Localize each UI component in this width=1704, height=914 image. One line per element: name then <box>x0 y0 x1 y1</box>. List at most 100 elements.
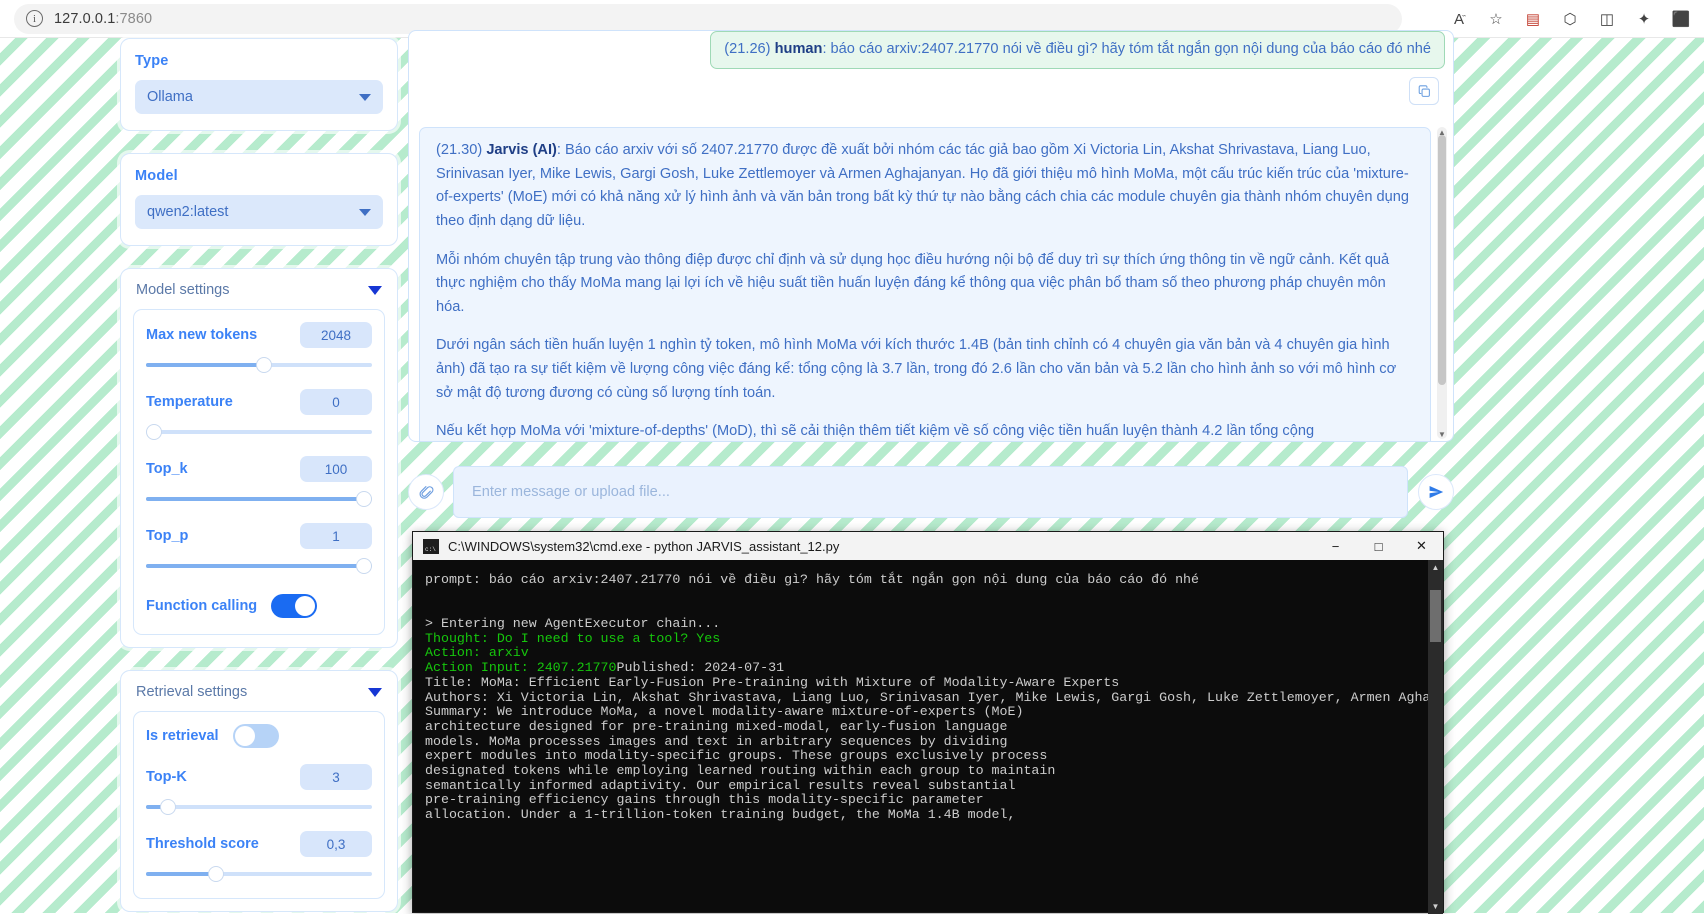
chat-panel: (21.26) human: báo cáo arxiv:2407.21770 … <box>408 30 1454 442</box>
function-calling-toggle[interactable] <box>271 594 318 618</box>
top-k-label: Top_k <box>146 461 188 477</box>
slider-knob[interactable] <box>356 491 372 507</box>
type-label: Type <box>135 53 169 69</box>
copy-icon[interactable] <box>1409 77 1439 105</box>
address-bar[interactable]: i 127.0.0.1:7860 <box>14 3 1402 34</box>
scroll-down-icon[interactable]: ▼ <box>1437 429 1447 439</box>
slider-fill <box>146 497 372 501</box>
field-top-k: Top_k 100 <box>146 456 372 507</box>
slider-track <box>146 805 372 809</box>
top-p-value[interactable]: 1 <box>300 523 372 549</box>
split-screen-icon[interactable]: ◫ <box>1592 4 1622 34</box>
max-new-tokens-slider[interactable] <box>146 357 372 373</box>
temperature-slider[interactable] <box>146 424 372 440</box>
send-icon[interactable] <box>1418 474 1454 510</box>
top-p-slider[interactable] <box>146 558 372 574</box>
terminal-line: Action Input: 2407.21770Published: 2024-… <box>425 660 785 676</box>
slider-fill <box>146 872 214 876</box>
slider-track <box>146 430 372 434</box>
slider-fill <box>146 564 372 568</box>
message-composer: Enter message or upload file... <box>408 466 1454 518</box>
toggle-knob <box>295 596 316 616</box>
field-temperature: Temperature 0 <box>146 389 372 440</box>
terminal-scrollbar[interactable]: ▲ ▼ <box>1428 560 1443 914</box>
slider-knob[interactable] <box>207 866 224 882</box>
favorites-bar-icon[interactable]: ✦ <box>1629 4 1659 34</box>
model-settings-header[interactable]: Model settings <box>121 269 397 309</box>
terminal-line: semantically informed adaptivity. Our em… <box>425 777 1016 793</box>
threshold-score-slider[interactable] <box>146 866 372 882</box>
top-k-retrieval-slider[interactable] <box>146 799 372 815</box>
settings-sidebar: Type Ollama Model qwen2:latest Model set… <box>120 38 398 913</box>
favorite-icon[interactable]: ☆ <box>1481 4 1511 34</box>
field-threshold-score: Threshold score 0,3 <box>146 831 372 882</box>
address-bar-url: 127.0.0.1:7860 <box>54 10 153 27</box>
close-button[interactable]: ✕ <box>1400 532 1443 560</box>
retrieval-settings-group: Retrieval settings Is retrieval Top-K 3 <box>120 670 398 912</box>
slider-knob[interactable] <box>159 799 176 815</box>
model-label: Model <box>135 168 178 184</box>
browser-action-icons: A᷈ ☆ ▤ ⬡ ◫ ✦ ⬛ <box>1444 0 1696 38</box>
temperature-value[interactable]: 0 <box>300 389 372 415</box>
model-select[interactable]: qwen2:latest <box>135 195 383 229</box>
terminal-scroll-thumb[interactable] <box>1430 590 1441 642</box>
maximize-button[interactable]: □ <box>1357 532 1400 560</box>
collections-icon[interactable]: ▤ <box>1518 4 1548 34</box>
retrieval-settings-header[interactable]: Retrieval settings <box>121 671 397 711</box>
ai-paragraph-1: Mỗi nhóm chuyên tập trung vào thông điệp… <box>436 251 1390 315</box>
extensions-icon[interactable]: ⬡ <box>1555 4 1585 34</box>
terminal-line: Authors: Xi Victoria Lin, Akshat Shrivas… <box>425 689 1443 705</box>
chevron-down-icon[interactable] <box>368 687 382 697</box>
terminal-line: allocation. Under a 1-trillion-token tra… <box>425 807 1016 822</box>
terminal-line: Summary: We introduce MoMa, a novel moda… <box>425 704 1024 720</box>
terminal-line: > Entering new AgentExecutor chain... <box>425 616 721 632</box>
top-k-value[interactable]: 100 <box>300 456 372 482</box>
type-select[interactable]: Ollama <box>135 80 383 114</box>
human-text: : báo cáo arxiv:2407.21770 nói về điều g… <box>822 41 1431 57</box>
terminal-line: pre-training efficiency gains through th… <box>425 792 984 808</box>
slider-fill <box>146 363 264 367</box>
ai-timestamp: (21.30) <box>436 142 483 158</box>
is-retrieval-label: Is retrieval <box>146 728 219 744</box>
terminal-title: C:\WINDOWS\system32\cmd.exe - python JAR… <box>448 538 840 554</box>
chevron-down-icon <box>359 93 371 101</box>
ai-paragraph-3: Nếu kết hợp MoMa với 'mixture-of-depths'… <box>436 423 1315 440</box>
terminal-line: models. MoMa processes images and text i… <box>425 733 1008 749</box>
model-settings-group: Model settings Max new tokens 2048 Tempe… <box>120 268 398 648</box>
max-new-tokens-value[interactable]: 2048 <box>300 322 372 348</box>
slider-knob[interactable] <box>146 424 162 440</box>
message-input-placeholder: Enter message or upload file... <box>472 484 670 500</box>
minimize-button[interactable]: − <box>1314 532 1357 560</box>
slider-knob[interactable] <box>356 558 372 574</box>
message-input[interactable]: Enter message or upload file... <box>453 466 1408 518</box>
scroll-up-icon[interactable]: ▲ <box>1428 560 1443 575</box>
field-max-new-tokens: Max new tokens 2048 <box>146 322 372 373</box>
slider-knob[interactable] <box>255 357 272 373</box>
chat-scroll-thumb[interactable] <box>1438 135 1446 385</box>
chevron-down-icon[interactable] <box>368 285 382 295</box>
ai-paragraph-2: Dưới ngân sách tiền huấn luyện 1 nghìn t… <box>436 337 1397 401</box>
ai-paragraph-0: (21.30) Jarvis (AI): Báo cáo arxiv với s… <box>436 139 1414 234</box>
retrieval-settings-title: Retrieval settings <box>136 684 248 700</box>
retrieval-settings-body: Is retrieval Top-K 3 Threshold score 0,3 <box>133 711 385 899</box>
scroll-down-icon[interactable]: ▼ <box>1428 899 1443 914</box>
paperclip-icon[interactable] <box>408 474 444 510</box>
is-retrieval-toggle[interactable] <box>232 724 279 748</box>
info-icon[interactable]: i <box>26 10 43 27</box>
top-k-retrieval-value[interactable]: 3 <box>300 764 372 790</box>
max-new-tokens-label: Max new tokens <box>146 327 258 343</box>
field-top-p: Top_p 1 <box>146 523 372 574</box>
model-select-value: qwen2:latest <box>147 204 229 220</box>
chat-scrollbar[interactable]: ▲ ▼ <box>1437 127 1447 439</box>
terminal-output[interactable]: prompt: báo cáo arxiv:2407.21770 nói về … <box>413 560 1443 914</box>
threshold-score-value[interactable]: 0,3 <box>300 831 372 857</box>
terminal-titlebar[interactable]: c:\ C:\WINDOWS\system32\cmd.exe - python… <box>413 532 1443 560</box>
settings-icon[interactable]: ⬛ <box>1666 4 1696 34</box>
field-top-k-retrieval: Top-K 3 <box>146 764 372 815</box>
chat-message-ai: (21.30) Jarvis (AI): Báo cáo arxiv với s… <box>419 127 1431 441</box>
top-k-slider[interactable] <box>146 491 372 507</box>
model-card: Model qwen2:latest <box>120 153 398 246</box>
terminal-line: expert modules into modality-specific gr… <box>425 748 1048 764</box>
model-settings-title: Model settings <box>136 282 230 298</box>
